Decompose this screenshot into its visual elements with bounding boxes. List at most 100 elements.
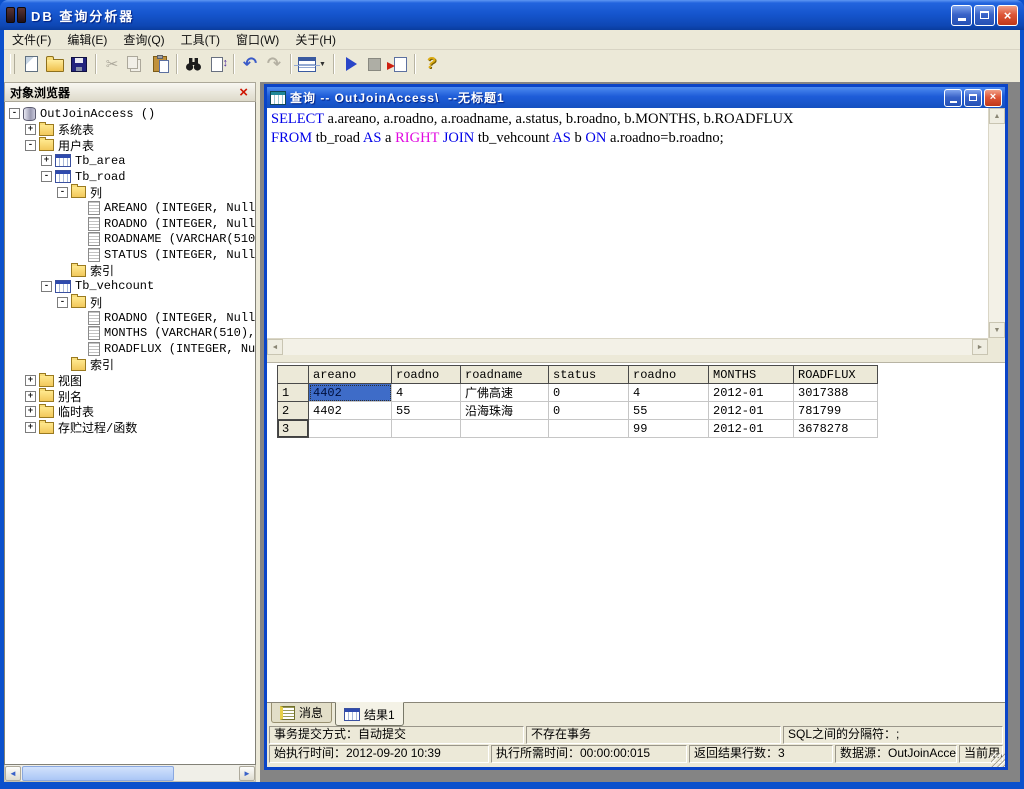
collapse-icon[interactable]: - bbox=[9, 108, 20, 119]
tab-results-grid[interactable]: 结果1 bbox=[335, 702, 404, 726]
grid-cell[interactable]: 4 bbox=[629, 384, 709, 402]
grid-cell[interactable]: 0 bbox=[549, 384, 629, 402]
expand-icon[interactable]: + bbox=[25, 391, 36, 402]
scroll-left-icon[interactable]: ◄ bbox=[5, 766, 21, 781]
expand-icon[interactable]: + bbox=[41, 155, 52, 166]
grid-cell[interactable]: 3678278 bbox=[794, 420, 878, 438]
tree-item[interactable]: -OutJoinAccess () bbox=[5, 106, 255, 122]
collapse-icon[interactable]: - bbox=[25, 140, 36, 151]
panel-close-icon[interactable]: × bbox=[237, 85, 250, 100]
editor-hscrollbar[interactable]: ◄ ► bbox=[267, 338, 988, 355]
tree-item[interactable]: -列 bbox=[5, 184, 255, 200]
menu-file[interactable]: 文件(F) bbox=[4, 29, 59, 50]
grid-row-header[interactable]: 1 bbox=[278, 384, 309, 402]
grid-column-header[interactable]: status bbox=[549, 366, 629, 384]
sql-editor[interactable]: SELECT a.areano, a.roadno, a.roadname, a… bbox=[267, 108, 1005, 355]
redo-button[interactable]: ↷ bbox=[262, 52, 286, 76]
grid-cell[interactable]: 0 bbox=[549, 402, 629, 420]
editor-results-splitter[interactable] bbox=[267, 355, 1005, 362]
grid-view-button[interactable]: ▼ bbox=[295, 52, 329, 76]
scroll-thumb[interactable] bbox=[22, 766, 174, 781]
tree-item[interactable]: +存贮过程/函数 bbox=[5, 420, 255, 436]
grid-column-header[interactable]: roadno bbox=[629, 366, 709, 384]
tree-item[interactable]: ROADNAME (VARCHAR(510 bbox=[5, 232, 255, 248]
menu-window[interactable]: 窗口(W) bbox=[228, 29, 287, 50]
open-file-button[interactable] bbox=[43, 52, 67, 76]
export-results-button[interactable] bbox=[386, 52, 410, 76]
tree-item[interactable]: MONTHS (VARCHAR(510), bbox=[5, 326, 255, 342]
grid-cell[interactable]: 99 bbox=[629, 420, 709, 438]
tree-item[interactable]: -用户表 bbox=[5, 137, 255, 153]
collapse-icon[interactable]: - bbox=[57, 187, 68, 198]
menu-query[interactable]: 查询(Q) bbox=[115, 29, 172, 50]
grid-column-header[interactable]: areano bbox=[309, 366, 392, 384]
tree-item[interactable]: +系统表 bbox=[5, 122, 255, 138]
collapse-icon[interactable]: - bbox=[57, 297, 68, 308]
grid-cell[interactable] bbox=[549, 420, 629, 438]
help-button[interactable]: ? bbox=[419, 52, 443, 76]
collapse-icon[interactable]: - bbox=[41, 281, 52, 292]
sql-text[interactable]: SELECT a.areano, a.roadno, a.roadname, a… bbox=[267, 108, 988, 338]
tree-item[interactable]: -Tb_vehcount bbox=[5, 279, 255, 295]
scroll-left-icon[interactable]: ◄ bbox=[267, 339, 283, 355]
tree-item[interactable]: +Tb_area bbox=[5, 153, 255, 169]
dropdown-arrow-icon[interactable]: ▼ bbox=[319, 61, 326, 68]
expand-icon[interactable]: + bbox=[25, 406, 36, 417]
grid-column-header[interactable]: roadno bbox=[392, 366, 461, 384]
grid-cell[interactable]: 4 bbox=[392, 384, 461, 402]
tree-item[interactable]: ROADNO (INTEGER, Null bbox=[5, 310, 255, 326]
copy-button[interactable] bbox=[124, 52, 148, 76]
tree-item[interactable]: 索引 bbox=[5, 357, 255, 373]
tree-item[interactable]: STATUS (INTEGER, Null bbox=[5, 247, 255, 263]
expand-icon[interactable]: + bbox=[25, 422, 36, 433]
find-button[interactable] bbox=[181, 52, 205, 76]
tree-item[interactable]: +别名 bbox=[5, 388, 255, 404]
tab-messages[interactable]: 消息 bbox=[271, 703, 332, 723]
new-file-button[interactable] bbox=[19, 52, 43, 76]
query-close-button[interactable]: × bbox=[984, 89, 1002, 107]
grid-column-header[interactable]: roadname bbox=[461, 366, 549, 384]
tree-item[interactable]: -Tb_road bbox=[5, 169, 255, 185]
scroll-up-icon[interactable]: ▲ bbox=[989, 108, 1005, 124]
grid-cell[interactable]: 4402 bbox=[309, 384, 392, 402]
menu-about[interactable]: 关于(H) bbox=[287, 29, 344, 50]
grid-cell[interactable] bbox=[309, 420, 392, 438]
paste-button[interactable] bbox=[148, 52, 172, 76]
grid-cell[interactable]: 3017388 bbox=[794, 384, 878, 402]
editor-vscrollbar[interactable]: ▲ ▼ bbox=[988, 108, 1005, 338]
grid-cell[interactable]: 2012-01 bbox=[709, 384, 794, 402]
scroll-right-icon[interactable]: ► bbox=[239, 766, 255, 781]
run-button[interactable] bbox=[338, 52, 362, 76]
grid-cell[interactable] bbox=[461, 420, 549, 438]
grid-cell[interactable] bbox=[392, 420, 461, 438]
save-button[interactable] bbox=[67, 52, 91, 76]
undo-button[interactable]: ↶ bbox=[238, 52, 262, 76]
menu-edit[interactable]: 编辑(E) bbox=[59, 29, 115, 50]
collapse-icon[interactable]: - bbox=[41, 171, 52, 182]
tree-item[interactable]: AREANO (INTEGER, Null bbox=[5, 200, 255, 216]
grid-cell[interactable]: 55 bbox=[392, 402, 461, 420]
grid-corner-cell[interactable] bbox=[278, 366, 309, 384]
tree-item[interactable]: 索引 bbox=[5, 263, 255, 279]
tree-item[interactable]: +临时表 bbox=[5, 404, 255, 420]
cut-button[interactable]: ✂ bbox=[100, 52, 124, 76]
maximize-button[interactable] bbox=[974, 5, 995, 26]
replace-button[interactable] bbox=[205, 52, 229, 76]
grid-row-header[interactable]: 3 bbox=[278, 420, 309, 438]
grid-cell[interactable]: 55 bbox=[629, 402, 709, 420]
grid-cell[interactable]: 4402 bbox=[309, 402, 392, 420]
tree-hscrollbar[interactable]: ◄ ► bbox=[4, 765, 256, 782]
grid-cell[interactable]: 广佛高速 bbox=[461, 384, 549, 402]
tree-item[interactable]: -列 bbox=[5, 294, 255, 310]
grid-column-header[interactable]: ROADFLUX bbox=[794, 366, 878, 384]
tree-item[interactable]: +视图 bbox=[5, 373, 255, 389]
close-button[interactable]: × bbox=[997, 5, 1018, 26]
scroll-right-icon[interactable]: ► bbox=[972, 339, 988, 355]
expand-icon[interactable]: + bbox=[25, 124, 36, 135]
expand-icon[interactable]: + bbox=[25, 375, 36, 386]
grid-cell[interactable]: 2012-01 bbox=[709, 402, 794, 420]
grid-row-header[interactable]: 2 bbox=[278, 402, 309, 420]
grid-cell[interactable]: 2012-01 bbox=[709, 420, 794, 438]
grid-cell[interactable]: 沿海珠海 bbox=[461, 402, 549, 420]
resize-grip[interactable] bbox=[991, 753, 1005, 767]
